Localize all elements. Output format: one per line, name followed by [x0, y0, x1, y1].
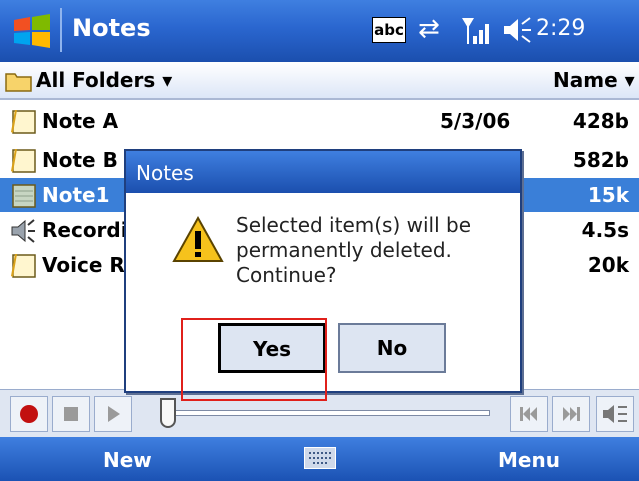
red-annotation-box — [181, 318, 327, 401]
folder-bar: All Folders ▾ Name ▾ — [0, 62, 639, 100]
keyboard-icon[interactable] — [304, 447, 336, 469]
connectivity-icon[interactable]: ⇄ — [418, 14, 440, 44]
volume-icon — [603, 405, 627, 423]
input-method-icon[interactable]: abc — [372, 17, 406, 43]
dialog-title: Notes — [126, 151, 520, 193]
item-size: 428b — [572, 109, 629, 133]
item-name: Recordi — [42, 218, 128, 242]
skip-back-icon — [520, 407, 537, 421]
list-item[interactable]: Note A 5/3/06 428b — [0, 104, 639, 138]
note-icon — [11, 110, 36, 134]
item-size: 582b — [572, 148, 629, 172]
note-icon — [11, 149, 36, 173]
note-icon — [11, 254, 36, 278]
item-name: Note A — [42, 109, 119, 133]
dialog-message: Selected item(s) will be permanently del… — [236, 213, 472, 287]
playback-track[interactable] — [160, 410, 490, 416]
note-icon — [12, 184, 36, 208]
play-icon — [108, 406, 120, 422]
new-softkey[interactable]: New — [103, 448, 152, 472]
app-title: Notes — [72, 14, 151, 42]
item-size: 20k — [587, 253, 629, 277]
volume-button[interactable] — [596, 396, 634, 432]
folder-icon — [5, 73, 32, 92]
stop-icon — [64, 407, 78, 421]
clock[interactable]: 2:29 — [536, 16, 585, 41]
title-bar: Notes abc ⇄ 2:29 — [0, 0, 639, 62]
sort-dropdown[interactable]: Name ▾ — [553, 68, 635, 92]
volume-icon[interactable] — [502, 16, 532, 44]
folder-dropdown[interactable]: All Folders ▾ — [36, 68, 172, 92]
menu-bar: New Menu — [0, 437, 639, 481]
speaker-icon — [11, 219, 35, 243]
item-date: 5/3/06 — [440, 109, 511, 133]
no-button[interactable]: No — [338, 323, 446, 373]
play-button[interactable] — [94, 396, 132, 432]
record-icon — [20, 405, 38, 423]
previous-button[interactable] — [510, 396, 548, 432]
title-separator — [60, 8, 62, 52]
record-button[interactable] — [10, 396, 48, 432]
item-size: 4.5s — [581, 218, 629, 242]
item-name: Note B — [42, 148, 118, 172]
warning-icon — [172, 215, 224, 262]
menu-softkey[interactable]: Menu — [498, 448, 560, 472]
skip-forward-icon — [563, 407, 580, 421]
next-button[interactable] — [552, 396, 590, 432]
signal-strength-icon[interactable] — [460, 14, 492, 48]
item-name: Note1 — [42, 183, 110, 207]
windows-flag-icon[interactable] — [10, 12, 54, 50]
stop-button[interactable] — [52, 396, 90, 432]
item-size: 15k — [587, 183, 629, 207]
playback-slider-handle[interactable] — [160, 398, 176, 428]
